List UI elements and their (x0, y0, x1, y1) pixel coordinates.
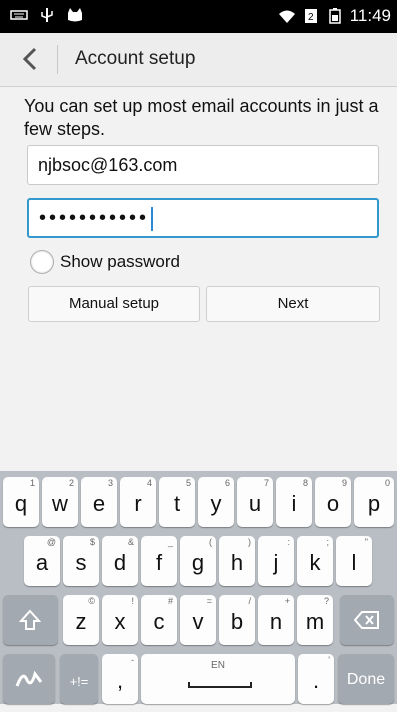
key-n[interactable]: + n (258, 595, 294, 645)
backspace-key[interactable] (340, 595, 394, 645)
cat-notification-icon (68, 8, 82, 22)
battery-icon (328, 8, 341, 24)
email-value: njbsoc@163.com (38, 155, 178, 175)
key-b[interactable]: / b (219, 595, 255, 645)
usb-icon (41, 8, 53, 22)
key-f[interactable]: _ f (141, 536, 177, 586)
email-field[interactable]: njbsoc@163.com (27, 145, 379, 185)
key-t[interactable]: 5t (159, 477, 195, 527)
done-key[interactable]: Done (338, 654, 394, 704)
key-x[interactable]: ! x (102, 595, 138, 645)
key-period[interactable]: '. (298, 654, 334, 704)
keyboard-row-4: +!= -, EN '. Done (0, 654, 397, 712)
key-e[interactable]: 3e (81, 477, 117, 527)
key-q[interactable]: 1q (3, 477, 39, 527)
status-right: 2 11:49 (278, 6, 391, 26)
status-time: 11:49 (349, 6, 391, 25)
key-w[interactable]: 2w (42, 477, 78, 527)
setup-form: You can set up most email accounts in ju… (0, 87, 397, 471)
space-language-label: EN (211, 660, 225, 671)
keyboard-row-3: © z ! x # c = v / b + n ? m (0, 595, 397, 653)
status-left (10, 7, 84, 23)
symbols-key[interactable]: +!= (60, 654, 98, 704)
next-button[interactable]: Next (206, 286, 380, 322)
sim-icon: 2 (304, 9, 317, 23)
key-c[interactable]: # c (141, 595, 177, 645)
key-r[interactable]: 4r (120, 477, 156, 527)
key-z[interactable]: © z (63, 595, 99, 645)
key-l[interactable]: " l (336, 536, 372, 586)
key-j[interactable]: :j (258, 536, 294, 586)
key-y[interactable]: 6y (198, 477, 234, 527)
text-cursor (151, 206, 154, 231)
password-field[interactable]: ••••••••••• (27, 198, 379, 238)
key-d[interactable]: & d (102, 536, 138, 586)
wifi-icon (278, 10, 295, 23)
password-value: ••••••••••• (39, 207, 150, 229)
shift-key[interactable] (3, 595, 58, 645)
manual-setup-button[interactable]: Manual setup (28, 286, 200, 322)
show-password-label: Show password (60, 252, 181, 271)
key-h[interactable]: ) h (219, 536, 255, 586)
key-m[interactable]: ? m (297, 595, 333, 645)
action-bar: Account setup (0, 33, 397, 87)
key-p[interactable]: 0p (354, 477, 394, 527)
shift-icon (18, 609, 42, 630)
key-k[interactable]: ; k (297, 536, 333, 586)
key-u[interactable]: 7u (237, 477, 273, 527)
back-arrow-icon[interactable] (18, 46, 44, 72)
keyboard-row-1: 1q 2w 3e 4r 5t 6y 7u 8i 9o 0p (0, 477, 397, 535)
key-i[interactable]: 8i (276, 477, 312, 527)
soft-keyboard: 1q 2w 3e 4r 5t 6y 7u 8i 9o 0p @ a $ s & d _… (0, 471, 397, 704)
space-key[interactable]: EN (141, 654, 295, 704)
space-bar-icon (188, 682, 252, 688)
intro-text: You can set up most email accounts in ju… (24, 96, 379, 139)
key-o[interactable]: 9o (315, 477, 351, 527)
key-a[interactable]: @ a (24, 536, 60, 586)
keyboard-icon (10, 10, 28, 20)
svg-text:2: 2 (308, 12, 314, 23)
key-v[interactable]: = v (180, 595, 216, 645)
key-g[interactable]: (g (180, 536, 216, 586)
status-bar: 2 11:49 (0, 0, 397, 33)
key-s[interactable]: $ s (63, 536, 99, 586)
show-password-radio[interactable] (30, 250, 54, 274)
page-title: Account setup (75, 48, 196, 69)
action-bar-divider (57, 45, 58, 74)
swype-icon (15, 670, 43, 687)
backspace-icon (354, 611, 379, 629)
keyboard-row-2: @ a $ s & d _ f (g ) h :j ; k " l (0, 536, 397, 594)
key-comma[interactable]: -, (102, 654, 138, 704)
swype-key[interactable] (3, 654, 55, 704)
show-password-option[interactable]: Show password (30, 250, 180, 274)
